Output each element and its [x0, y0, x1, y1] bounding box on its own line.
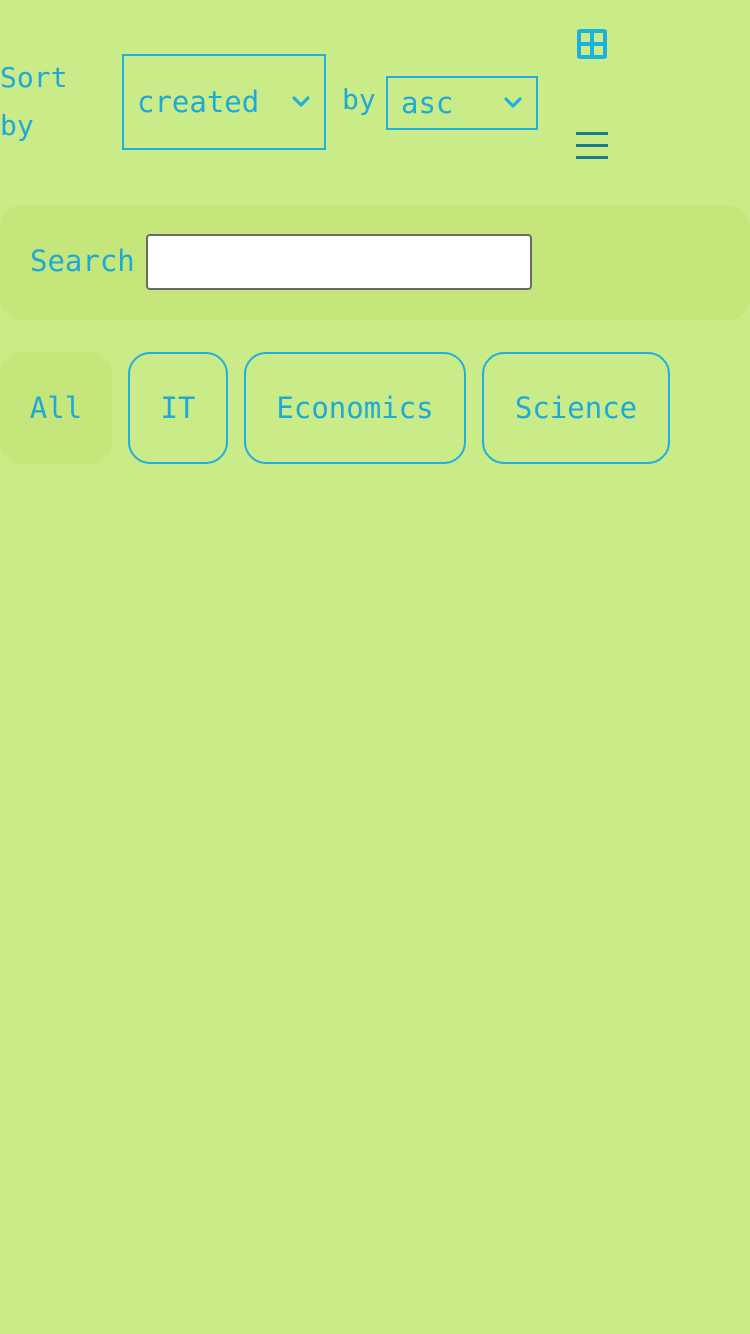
chevron-down-icon [292, 96, 310, 107]
search-label: Search [30, 244, 135, 278]
category-label: IT [160, 391, 196, 425]
search-panel: Search [0, 205, 750, 320]
search-input[interactable] [146, 234, 532, 290]
sort-label: Sort by [0, 61, 68, 142]
category-label: All [29, 391, 83, 425]
list-view-button[interactable] [574, 128, 610, 164]
category-all-chip[interactable]: All [0, 352, 112, 464]
category-it-chip[interactable]: IT [128, 352, 228, 464]
sort-order-value: asc [401, 86, 454, 120]
grid-view-button[interactable] [574, 26, 610, 62]
category-label: Science [514, 391, 638, 425]
category-economics-chip[interactable]: Economics [244, 352, 466, 464]
hamburger-menu-icon [576, 132, 608, 159]
sort-order-select[interactable]: asc [386, 76, 538, 130]
sort-field-select[interactable]: created [122, 54, 326, 150]
chevron-down-icon [504, 97, 522, 108]
grid-icon [577, 29, 607, 59]
sort-field-value: created [137, 85, 260, 119]
category-science-chip[interactable]: Science [482, 352, 670, 464]
sort-by-label: by [342, 83, 376, 116]
category-label: Economics [276, 391, 434, 425]
